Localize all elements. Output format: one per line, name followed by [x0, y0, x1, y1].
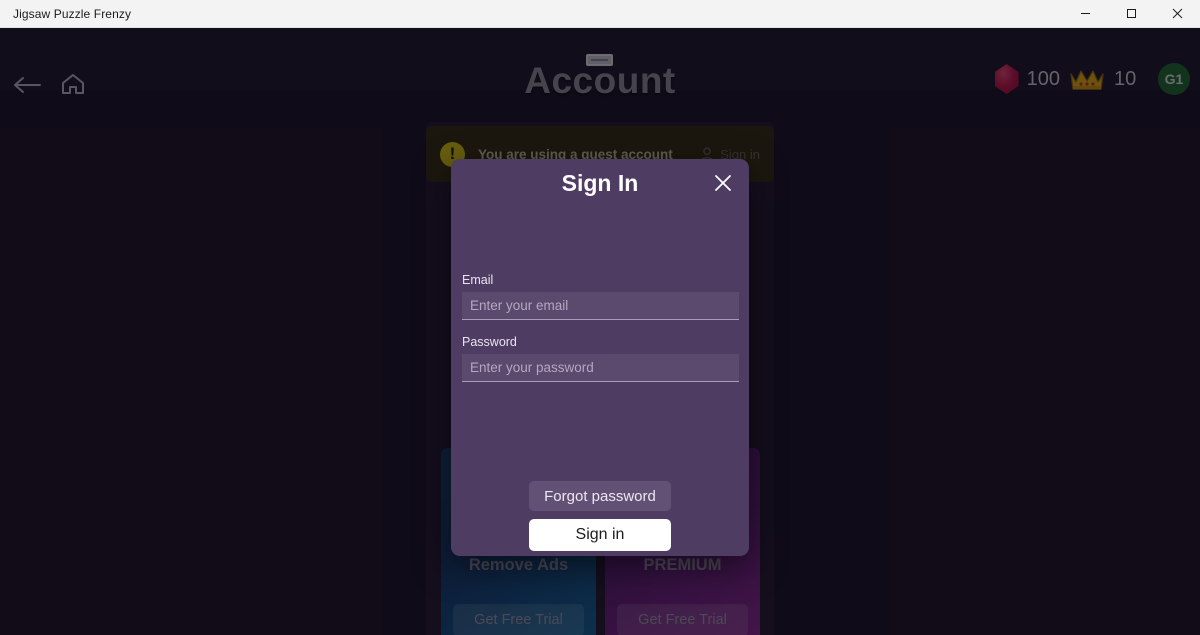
window-title: Jigsaw Puzzle Frenzy	[13, 6, 132, 21]
close-icon[interactable]	[1154, 0, 1200, 28]
password-label: Password	[462, 335, 517, 349]
modal-title: Sign In	[561, 170, 639, 196]
window-controls	[1062, 0, 1200, 28]
signin-modal: Sign In Email Password Forgot password S…	[451, 159, 749, 556]
minimize-icon[interactable]	[1062, 0, 1108, 28]
forgot-password-button[interactable]: Forgot password	[529, 481, 671, 511]
email-label: Email	[462, 273, 494, 287]
maximize-icon[interactable]	[1108, 0, 1154, 28]
password-input[interactable]	[462, 354, 739, 382]
app-window: Jigsaw Puzzle Frenzy Sign In Email Enter…	[0, 0, 1200, 635]
email-input[interactable]	[462, 292, 739, 320]
window-titlebar: Jigsaw Puzzle Frenzy	[0, 0, 1200, 28]
game-viewport: Account 100 10 G1 !	[0, 28, 1200, 635]
close-icon[interactable]	[711, 171, 735, 195]
signin-submit-button[interactable]: Sign in	[529, 519, 671, 551]
